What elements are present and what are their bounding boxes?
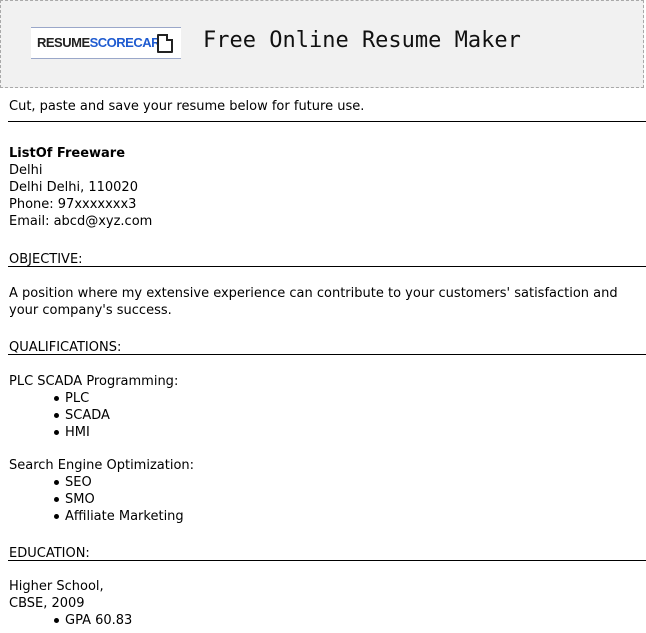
list-item: HMI — [9, 424, 178, 441]
school-name: Higher School, — [9, 579, 104, 594]
qualification-group-title: Search Engine Optimization: — [9, 458, 195, 473]
qualification-group: Search Engine Optimization: SEO SMO Affi… — [9, 457, 194, 525]
phone: Phone: 97xxxxxxx3 — [9, 197, 137, 212]
list-item: SCADA — [9, 407, 178, 424]
divider — [8, 560, 646, 561]
qualification-list: SEO SMO Affiliate Marketing — [9, 474, 194, 525]
objective-text: A position where my extensive experience… — [9, 286, 618, 318]
list-item: PLC — [9, 390, 178, 407]
resumescorecard-logo[interactable]: RESUMESCORECARD — [31, 27, 181, 59]
candidate-name: ListOf Freeware — [9, 146, 126, 161]
page-header: RESUMESCORECARD Free Online Resume Maker — [0, 0, 644, 88]
education-list: GPA 60.83 — [9, 612, 132, 629]
qualification-group: PLC SCADA Programming: PLC SCADA HMI — [9, 373, 178, 441]
qualification-list: PLC SCADA HMI — [9, 390, 178, 441]
divider — [8, 354, 646, 355]
qualification-group-title: PLC SCADA Programming: — [9, 374, 179, 389]
document-icon — [157, 34, 173, 53]
divider — [8, 121, 646, 122]
address-line-2: Delhi Delhi, 110020 — [9, 180, 138, 195]
list-item: Affiliate Marketing — [9, 508, 194, 525]
page-title: Free Online Resume Maker — [203, 28, 521, 53]
contact-block: ListOf Freeware Delhi Delhi Delhi, 11002… — [9, 145, 152, 230]
list-item: SMO — [9, 491, 194, 508]
address-line-1: Delhi — [9, 163, 43, 178]
intro-text: Cut, paste and save your resume below fo… — [9, 99, 365, 114]
education-board: CBSE, 2009 — [9, 596, 85, 611]
divider — [8, 266, 646, 267]
email: Email: abcd@xyz.com — [9, 214, 153, 229]
list-item: GPA 60.83 — [9, 612, 132, 629]
list-item: SEO — [9, 474, 194, 491]
logo-text: RESUMESCORECARD — [37, 35, 169, 50]
education-block: Higher School, CBSE, 2009 GPA 60.83 — [9, 578, 132, 629]
